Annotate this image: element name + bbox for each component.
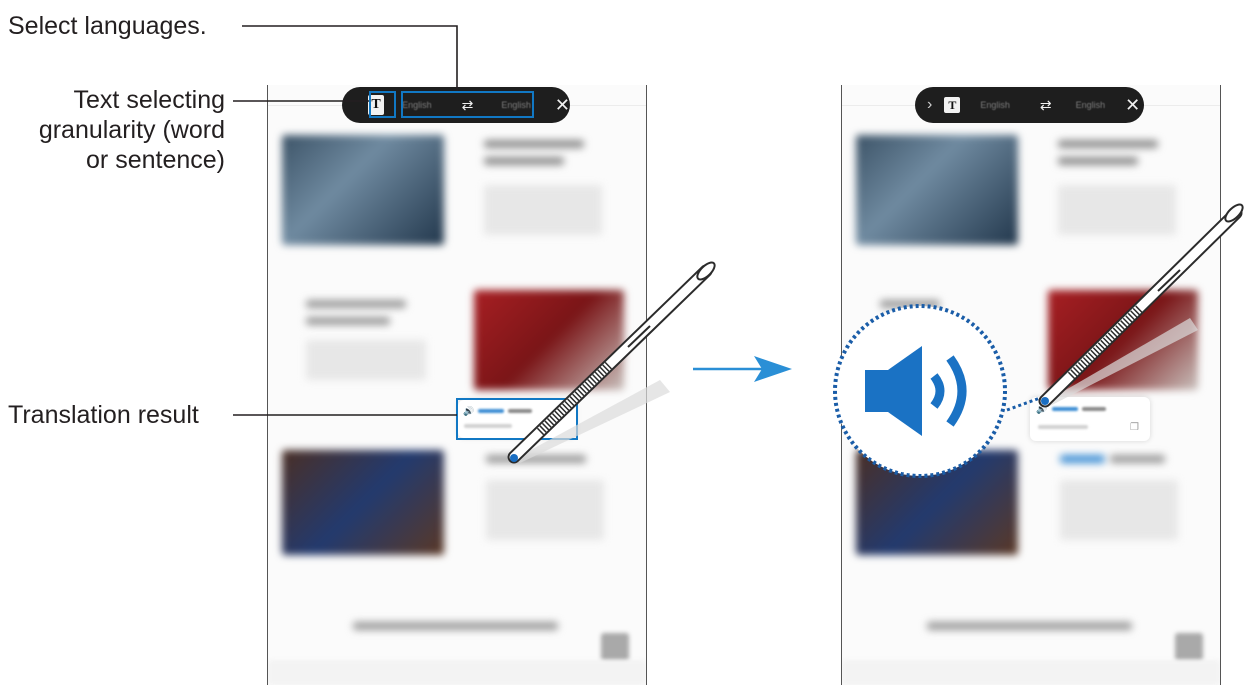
pen-cap bbox=[1224, 203, 1244, 223]
leader-select-languages bbox=[242, 25, 458, 91]
pen-tip bbox=[510, 454, 518, 462]
transition-arrow-icon bbox=[693, 356, 792, 382]
zoom-magnifier bbox=[833, 304, 1041, 478]
zoom-connector bbox=[1006, 396, 1041, 412]
pen-tip bbox=[1041, 397, 1049, 405]
s-pen-stylus bbox=[1038, 203, 1244, 408]
callout-leader-lines bbox=[233, 25, 458, 416]
illustration-overlay bbox=[233, 25, 1244, 478]
pen-shadow bbox=[514, 380, 670, 463]
s-pen-stylus bbox=[507, 261, 716, 464]
